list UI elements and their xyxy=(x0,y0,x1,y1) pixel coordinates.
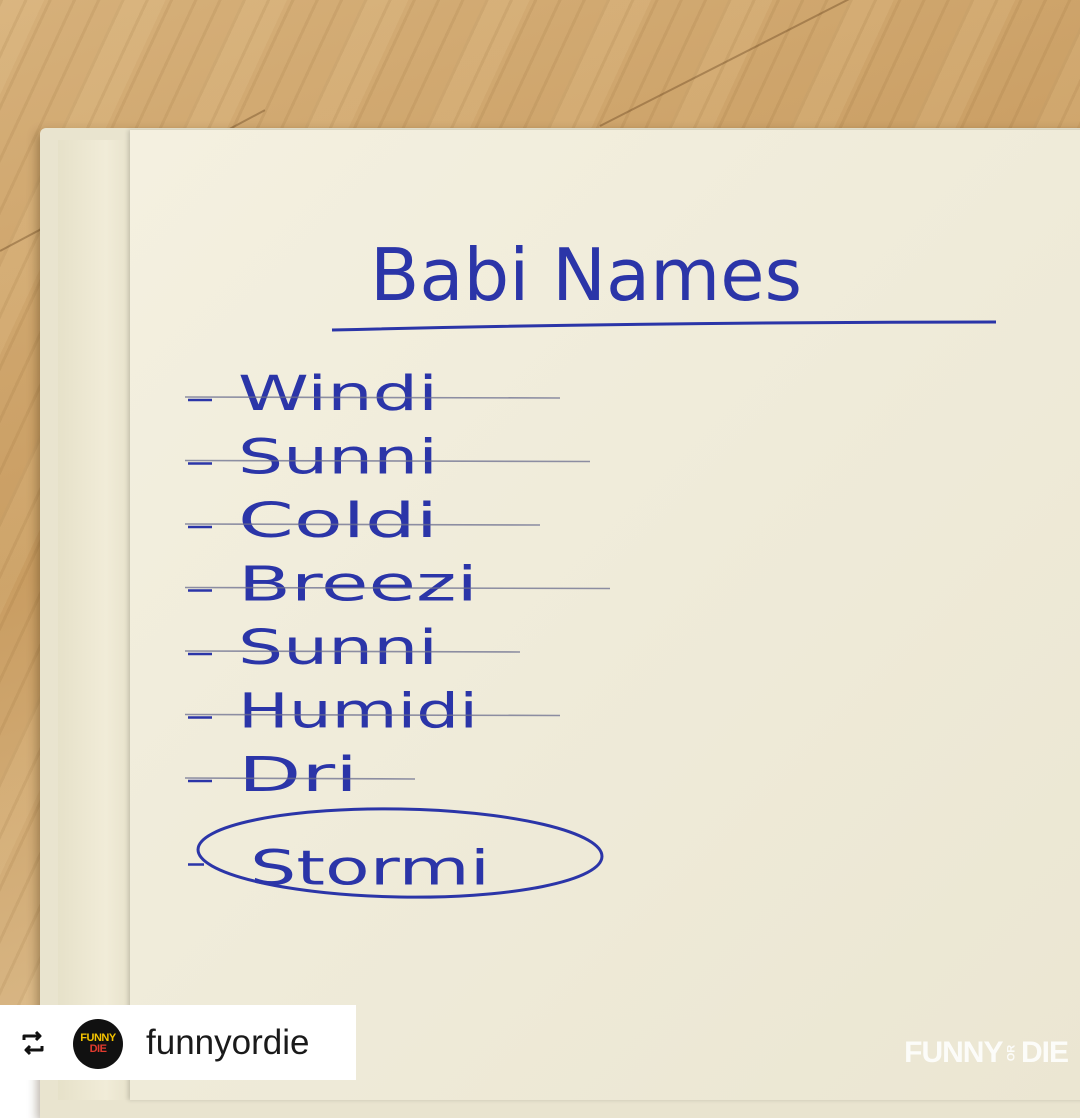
strikethrough-line xyxy=(184,777,416,780)
brand-watermark: FUNNY OR DIE xyxy=(904,1036,1069,1070)
list-item-name: Coldi xyxy=(238,493,438,549)
watermark-die: DIE xyxy=(1020,1036,1069,1069)
repost-icon[interactable] xyxy=(18,1030,48,1056)
title-underline xyxy=(331,320,997,332)
list-item-name: Sunni xyxy=(238,620,438,676)
list-item-name: Humidi xyxy=(238,684,478,740)
strikethrough-line xyxy=(184,586,611,590)
list-item-name: Breezi xyxy=(238,557,478,613)
avatar[interactable]: FUNNY DIE xyxy=(73,1019,123,1069)
avatar-text-die: DIE xyxy=(89,1043,107,1055)
username[interactable]: funnyordie xyxy=(146,1023,309,1063)
repost-bar: FUNNY DIE funnyordie xyxy=(0,1005,356,1080)
strikethrough-line xyxy=(184,713,561,717)
strikethrough-line xyxy=(184,523,541,526)
note-title: Babi Names xyxy=(370,233,802,317)
watermark-or: OR xyxy=(1005,1044,1018,1062)
strikethrough-line xyxy=(184,459,591,463)
handwritten-note: Babi Names Windi Sunni Coldi Breezi Sunni Hum… xyxy=(184,233,997,899)
list-item-name: Sunni xyxy=(238,430,438,486)
list-item-name: Dri xyxy=(238,747,358,803)
strikethrough-line xyxy=(184,650,521,653)
list-item-name: Windi xyxy=(238,366,438,422)
watermark-funny: FUNNY xyxy=(904,1036,1003,1069)
strikethrough-line xyxy=(184,396,561,399)
